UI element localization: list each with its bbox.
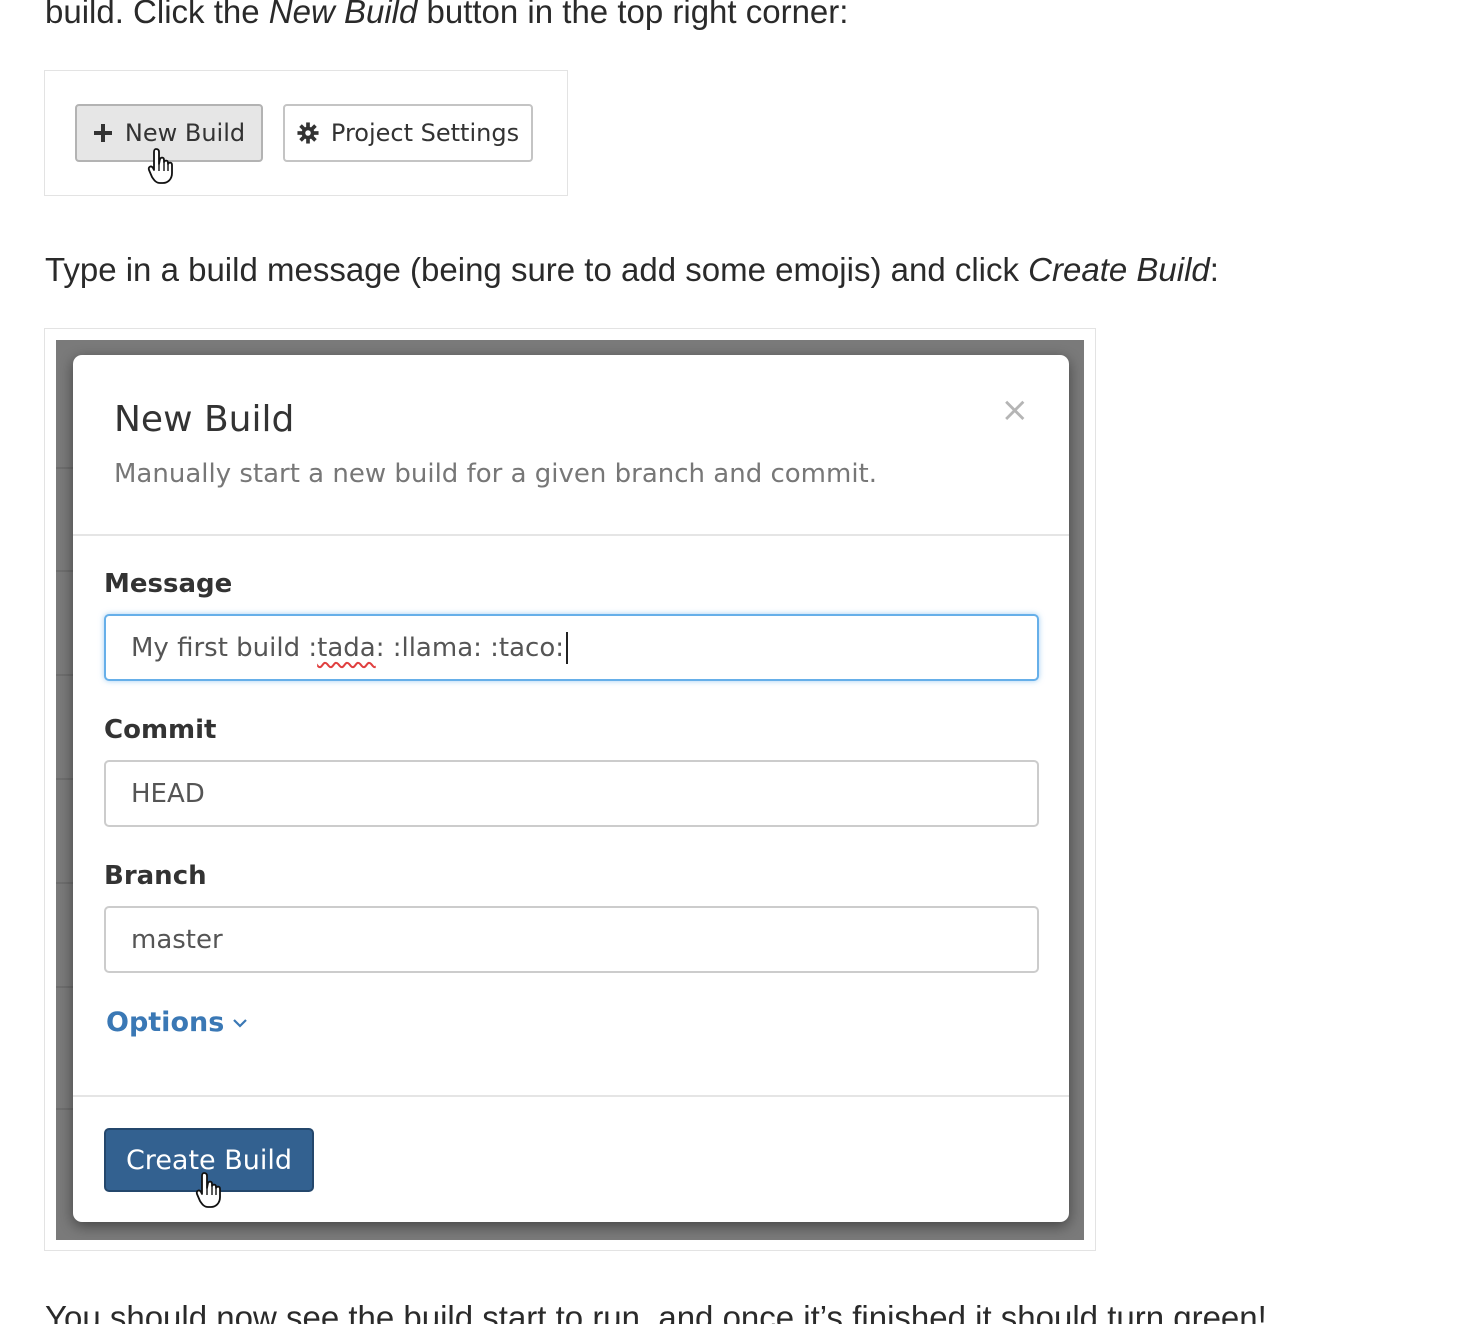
modal-subtitle: Manually start a new build for a given b…	[114, 459, 878, 489]
project-settings-button[interactable]: Project Settings	[283, 104, 533, 162]
instruction-paragraph-3: You should now see the build start to ru…	[45, 1299, 1267, 1324]
new-build-label: New Build	[124, 119, 246, 147]
options-toggle[interactable]: Options	[106, 1007, 248, 1038]
spellcheck-word: tada	[317, 632, 376, 663]
message-label: Message	[104, 569, 233, 599]
message-text: : :llama: :taco:	[375, 632, 564, 663]
new-build-dialog: New Build Manually start a new build for…	[73, 355, 1069, 1222]
options-label: Options	[106, 1007, 225, 1038]
commit-input[interactable]: HEAD	[104, 760, 1039, 827]
chevron-down-icon	[233, 1018, 248, 1028]
header-divider	[73, 534, 1069, 536]
toolbar-screenshot: New Build Project Settings	[44, 70, 568, 196]
gear-icon	[297, 122, 319, 144]
message-text: My first build :	[131, 632, 318, 663]
modal-backdrop: New Build Manually start a new build for…	[56, 340, 1084, 1240]
project-settings-label: Project Settings	[330, 119, 520, 147]
footer-divider	[73, 1095, 1069, 1097]
paragraph-text: :	[1209, 251, 1219, 288]
close-icon[interactable]: ×	[1001, 393, 1030, 427]
plus-icon	[93, 123, 113, 143]
message-input[interactable]: My first build : tada: :llama: :taco:	[104, 614, 1039, 681]
paragraph-text: Type in a build message (being sure to a…	[45, 251, 1029, 288]
modal-title: New Build	[114, 399, 295, 440]
branch-input[interactable]: master	[104, 906, 1039, 973]
hand-cursor-icon	[195, 1172, 221, 1208]
commit-label: Commit	[104, 715, 217, 745]
paragraph-text: button in the top right corner:	[417, 0, 849, 30]
instruction-paragraph-1: build. Click the New Build button in the…	[45, 0, 848, 32]
hand-cursor-icon	[147, 148, 173, 184]
commit-value: HEAD	[131, 778, 205, 809]
new-build-modal-screenshot: New Build Manually start a new build for…	[44, 328, 1096, 1251]
paragraph-emphasis: New Build	[268, 0, 418, 30]
instruction-paragraph-2: Type in a build message (being sure to a…	[45, 250, 1219, 290]
paragraph-emphasis: Create Build	[1028, 251, 1210, 288]
branch-label: Branch	[104, 861, 207, 891]
paragraph-text: build. Click the	[45, 0, 269, 30]
text-caret	[566, 631, 568, 664]
branch-value: master	[131, 924, 223, 955]
